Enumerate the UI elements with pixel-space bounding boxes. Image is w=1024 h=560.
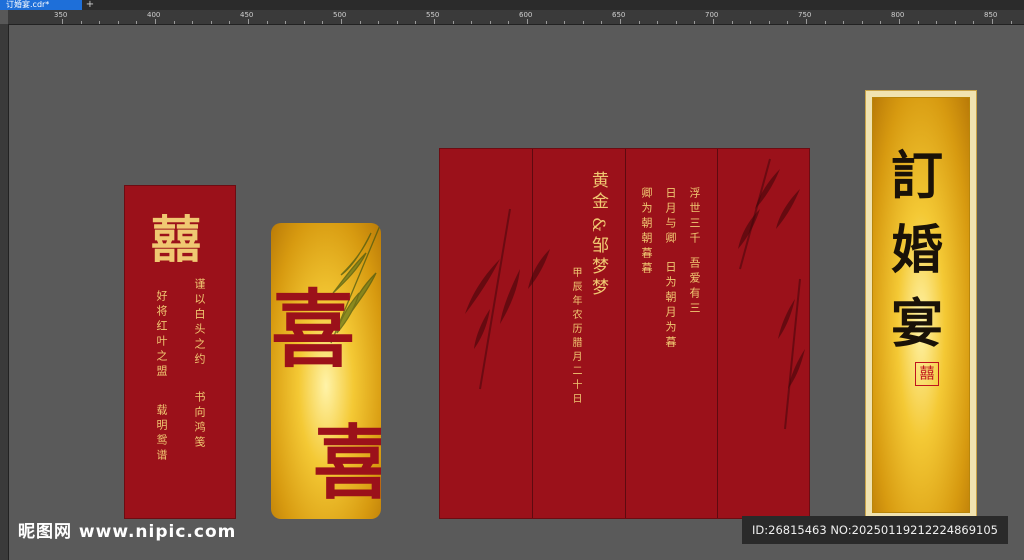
ruler-minor-tick — [303, 21, 305, 24]
ruler-minor-tick — [694, 21, 696, 24]
verse-col-1: 卿为朝朝暮暮 — [640, 187, 653, 277]
ruler-minor-tick — [210, 21, 212, 24]
ruler-minor-tick — [675, 21, 677, 24]
ruler-minor-tick — [750, 21, 752, 24]
ruler-minor-tick — [861, 21, 863, 24]
ruler-minor-tick — [768, 21, 770, 24]
ruler-minor-tick — [471, 21, 473, 24]
ruler-minor-tick — [508, 21, 510, 24]
ruler-minor-tick — [266, 21, 268, 24]
ruler-minor-tick — [99, 21, 101, 24]
ruler-tick — [620, 19, 621, 24]
ruler-tick-label: 550 — [426, 11, 440, 19]
ruler-minor-tick — [173, 21, 175, 24]
ruler-tick — [992, 19, 993, 24]
ruler-minor-tick — [359, 21, 361, 24]
ruler-tick-label: 350 — [54, 11, 68, 19]
couple-names-1: 黄金 — [588, 171, 608, 213]
ruler-minor-tick — [973, 21, 975, 24]
ruler-minor-tick — [117, 21, 119, 24]
verse-line-4: 载明鸳谱 — [155, 404, 168, 464]
folding-screen-red[interactable]: 黄金 &邹梦梦 甲辰年农历腊月二十日 卿为朝朝暮暮 日月与卿 日为朝月为暮 浮世… — [439, 148, 810, 519]
ruler-minor-tick — [638, 21, 640, 24]
ruler-minor-tick — [80, 21, 82, 24]
ruler-tick — [434, 19, 435, 24]
verse-col-4: 浮世三千 — [688, 187, 701, 247]
ruler-minor-tick — [1010, 21, 1012, 24]
verse-line-1: 谨以白头之约 — [193, 278, 206, 368]
add-tab-icon[interactable]: + — [84, 0, 96, 10]
verse-col-5: 吾爱有三 — [688, 257, 701, 317]
verse-line-3: 好将红叶之盟 — [155, 290, 168, 380]
ruler-tick — [155, 19, 156, 24]
drawing-canvas[interactable]: 囍 谨以白头之约 书向鸿笺 好将红叶之盟 载明鸳谱 喜 喜 黄金 &邹梦梦 甲辰… — [9, 25, 1024, 560]
verse-col-2: 日月与卿 — [664, 187, 677, 247]
ruler-minor-tick — [285, 21, 287, 24]
double-happiness-char: 囍 — [151, 210, 201, 269]
ruler-tick — [62, 19, 63, 24]
banner-char-3: 宴 — [891, 294, 944, 355]
ruler-tick — [899, 19, 900, 24]
horizontal-ruler[interactable]: 350 400 450 500 550 600 650 700 750 800 850 — [8, 10, 1024, 25]
ruler-minor-tick — [489, 21, 491, 24]
ruler-minor-tick — [229, 21, 231, 24]
ruler-tick-label: 800 — [891, 11, 905, 19]
banner-char-2: 婚 — [891, 220, 944, 281]
ruler-minor-tick — [545, 21, 547, 24]
ruler-minor-tick — [378, 21, 380, 24]
happiness-char-bottom: 喜 — [313, 416, 381, 510]
invitation-card-red[interactable]: 囍 谨以白头之约 书向鸿笺 好将红叶之盟 载明鸳谱 — [124, 185, 236, 519]
ruler-tick-label: 850 — [984, 11, 998, 19]
ruler-tick-label: 700 — [705, 11, 719, 19]
ruler-tick-label: 450 — [240, 11, 254, 19]
document-tab[interactable]: 订婚宴.cdr* — [0, 0, 82, 10]
happiness-char-top: 喜 — [271, 280, 356, 379]
ruler-minor-tick — [657, 21, 659, 24]
document-tab-bar: 订婚宴.cdr* + — [0, 0, 1024, 10]
ruler-tick-label: 400 — [147, 11, 161, 19]
verse-col-3: 日为朝月为暮 — [664, 261, 677, 351]
ruler-tick — [341, 19, 342, 24]
vertical-ruler[interactable] — [0, 24, 9, 560]
ruler-minor-tick — [824, 21, 826, 24]
couple-names-2: &邹梦梦 — [588, 217, 608, 300]
ruler-tick-label: 600 — [519, 11, 533, 19]
ruler-tick — [713, 19, 714, 24]
nipic-watermark: 昵图网 www.nipic.com — [18, 522, 237, 542]
ruler-minor-tick — [954, 21, 956, 24]
ruler-minor-tick — [452, 21, 454, 24]
image-id-badge: ID:26815463 NO:20250119212224869105 — [742, 516, 1008, 544]
ruler-minor-tick — [917, 21, 919, 24]
ruler-tick — [527, 19, 528, 24]
ruler-minor-tick — [936, 21, 938, 24]
ruler-minor-tick — [787, 21, 789, 24]
ruler-minor-tick — [564, 21, 566, 24]
ruler-tick-label: 500 — [333, 11, 347, 19]
banner-inner: 訂 婚 宴 囍 — [872, 97, 970, 513]
ruler-minor-tick — [880, 21, 882, 24]
ruler-minor-tick — [322, 21, 324, 24]
verse-line-2: 书向鸿笺 — [193, 391, 206, 451]
ruler-minor-tick — [601, 21, 603, 24]
ruler-tick-label: 650 — [612, 11, 626, 19]
gold-card-happiness[interactable]: 喜 喜 — [271, 223, 381, 519]
ruler-tick — [806, 19, 807, 24]
ruler-minor-tick — [731, 21, 733, 24]
red-seal-stamp: 囍 — [915, 362, 939, 386]
ruler-minor-tick — [192, 21, 194, 24]
engagement-banner-gold[interactable]: 訂 婚 宴 囍 — [865, 90, 977, 520]
ruler-tick — [248, 19, 249, 24]
ruler-minor-tick — [415, 21, 417, 24]
ruler-minor-tick — [582, 21, 584, 24]
ruler-tick-label: 750 — [798, 11, 812, 19]
ruler-minor-tick — [843, 21, 845, 24]
bamboo-shadow-icon — [465, 158, 805, 430]
ruler-minor-tick — [136, 21, 138, 24]
banner-char-1: 訂 — [891, 146, 944, 207]
wedding-date: 甲辰年农历腊月二十日 — [570, 267, 581, 407]
ruler-minor-tick — [396, 21, 398, 24]
